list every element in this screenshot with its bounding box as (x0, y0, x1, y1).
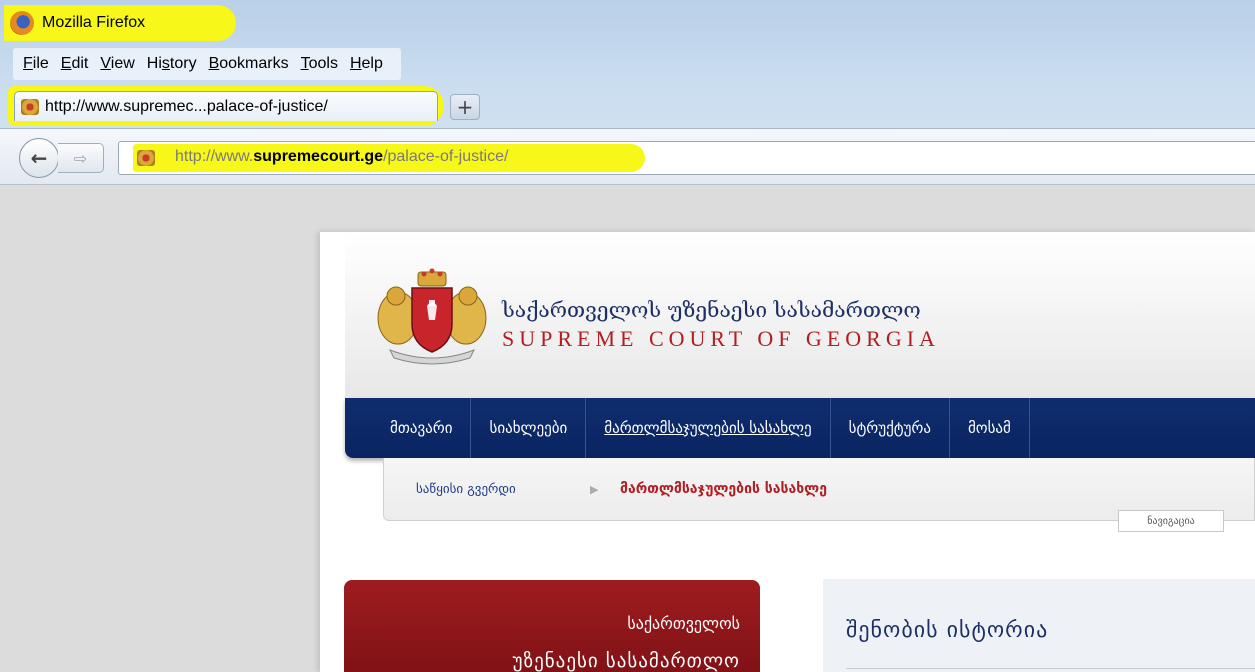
nav-item-structure[interactable]: სტრუქტურა (831, 398, 950, 458)
nav-item-palace-of-justice[interactable]: მართლმსაჯულების სასახლე (586, 398, 831, 458)
nav-item-judges[interactable]: მოსამ (950, 398, 1030, 458)
firefox-app-button[interactable]: Mozilla Firefox (4, 5, 236, 41)
sidebar-court-line1: საქართველოს (627, 614, 740, 633)
menu-bar: File Edit View History Bookmarks Tools H… (13, 48, 401, 80)
forward-button[interactable]: ⇨ (58, 143, 104, 173)
menu-view[interactable]: View (94, 55, 140, 73)
navigation-toggle[interactable]: ნავიგაცია (1118, 510, 1224, 532)
site-identity-icon[interactable] (137, 150, 155, 166)
back-button[interactable]: ← (19, 138, 59, 178)
site-name-english[interactable]: SUPREME COURT OF GEORGIA (502, 326, 940, 352)
title-bar: Mozilla Firefox (0, 0, 1255, 46)
tab-supremecourt[interactable]: http://www.supremec...palace-of-justice/ (14, 91, 438, 121)
content-divider (846, 668, 1255, 669)
breadcrumb-current: მართლმსაჯულების სასახლე (620, 481, 827, 497)
address-bar[interactable]: http://www.supremecourt.ge/palace-of-jus… (118, 141, 1255, 175)
navigation-toolbar: ← ⇨ http://www.supremecourt.ge/palace-of… (0, 128, 1255, 185)
menu-tools[interactable]: Tools (295, 55, 344, 73)
tab-strip: http://www.supremec...palace-of-justice/… (0, 84, 1255, 128)
site-name-georgian[interactable]: საქართველოს უზენაესი სასამართლო (502, 298, 921, 322)
firefox-logo-icon (10, 11, 34, 35)
content-title: შენობის ისტორია (846, 618, 1049, 643)
main-navigation: მთავარი სიახლეები მართლმსაჯულების სასახლ… (345, 398, 1255, 458)
window-title: Mozilla Firefox (42, 14, 146, 31)
nav-item-news[interactable]: სიახლეები (471, 398, 587, 458)
menu-history[interactable]: History (141, 55, 203, 73)
new-tab-button[interactable]: + (450, 94, 480, 120)
url-text: http://www.supremecourt.ge/palace-of-jus… (175, 148, 509, 165)
tab-title: http://www.supremec...palace-of-justice/ (45, 97, 328, 115)
nav-item-home[interactable]: მთავარი (345, 398, 472, 458)
menu-file[interactable]: File (17, 55, 55, 73)
breadcrumb-separator-icon: ▶ (590, 483, 599, 496)
menu-help[interactable]: Help (344, 55, 389, 73)
menu-bookmarks[interactable]: Bookmarks (203, 55, 295, 73)
breadcrumb-home-link[interactable]: საწყისი გვერდი (416, 482, 516, 497)
menu-edit[interactable]: Edit (55, 55, 95, 73)
coat-of-arms-logo-icon[interactable] (372, 266, 492, 366)
site-favicon-icon (21, 98, 39, 115)
sidebar-court-line2: უზენაესი სასამართლო (512, 650, 740, 672)
